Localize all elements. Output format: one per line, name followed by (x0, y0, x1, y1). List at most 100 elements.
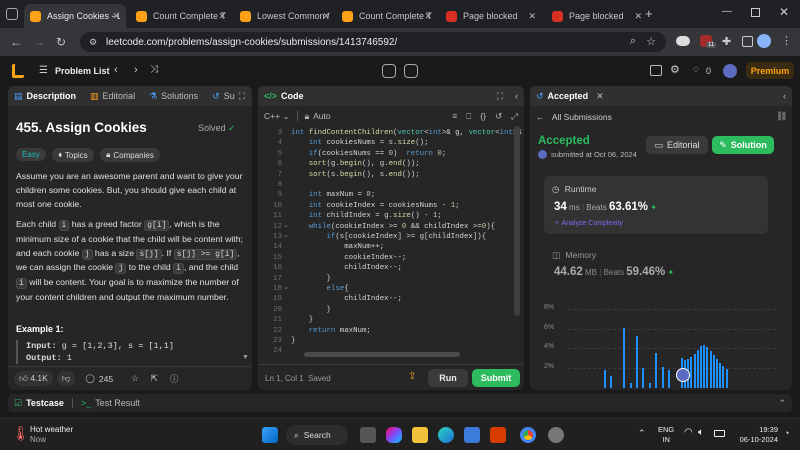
wifi-icon[interactable]: ◠ (684, 427, 693, 438)
topics-tag[interactable]: ⬧ Topics (52, 148, 94, 162)
test-result-tab[interactable]: Test Result (95, 398, 140, 408)
dislike-icon[interactable]: 👎︎ (56, 371, 76, 386)
close-tab-icon[interactable]: ✕ (112, 11, 120, 22)
editorial-button[interactable]: ▭ Editorial (646, 136, 708, 154)
expand-testcase-icon[interactable]: ⌃ (778, 398, 786, 409)
close-tab-icon[interactable]: ✕ (528, 11, 536, 22)
minimize-window-button[interactable]: — (722, 6, 732, 17)
braces-icon[interactable]: {} (480, 111, 486, 121)
collapse-result-icon[interactable]: ‹ (783, 91, 786, 101)
collapse-code-icon[interactable]: ‹ (515, 91, 518, 101)
browser-tab[interactable]: Page blocked ✕ (546, 4, 648, 28)
tab-description[interactable]: Description (27, 91, 77, 101)
close-tab-icon[interactable]: ✕ (596, 91, 604, 102)
close-tab-icon[interactable]: ✕ (322, 11, 330, 22)
profile-avatar[interactable] (757, 34, 771, 48)
maximize-window-button[interactable] (751, 8, 760, 17)
all-submissions-link[interactable]: ← All Submissions (536, 112, 612, 122)
bookmark-icon[interactable]: ⎕ (466, 111, 471, 122)
forward-icon[interactable]: → (33, 35, 45, 49)
close-tab-icon[interactable]: ✕ (424, 11, 432, 22)
next-problem-icon[interactable]: › (134, 64, 138, 76)
browser-tab[interactable]: Lowest Common / ✕ (234, 4, 336, 28)
browser-tab[interactable]: Page blocked ✕ (440, 4, 542, 28)
runtime-card[interactable]: ◷ Runtime 34 ms | Beats 63.61% ✦ ✧ Analy… (544, 176, 768, 234)
submit-button[interactable]: Submit (472, 369, 520, 387)
chrome-icon[interactable] (520, 427, 536, 443)
difficulty-badge[interactable]: Easy (16, 148, 46, 161)
tab-search-icon[interactable] (6, 8, 18, 20)
comment-icon[interactable]: ◯ (85, 373, 95, 384)
maximize-panel-icon[interactable]: ⛶ (239, 91, 245, 102)
browser-menu-icon[interactable]: ⋮ (781, 34, 792, 47)
clock[interactable]: 19:39 06-10-2024 (738, 425, 778, 445)
leetcode-logo-icon[interactable] (12, 64, 24, 78)
share-icon[interactable]: ⇱ (151, 373, 158, 384)
battery-icon[interactable] (714, 430, 725, 437)
tab-submissions[interactable]: Su (224, 91, 235, 101)
notes-icon[interactable] (404, 64, 418, 78)
layout-icon[interactable] (650, 65, 662, 76)
like-button[interactable]: 👍︎ 4.1K (14, 371, 53, 386)
favorite-star-icon[interactable]: ☆ (131, 373, 139, 384)
prev-problem-icon[interactable]: ‹ (114, 64, 118, 76)
maximize-code-icon[interactable]: ⛶ (497, 91, 503, 102)
user-avatar[interactable] (723, 64, 737, 78)
settings-gear-icon[interactable]: ⚙ (670, 63, 680, 76)
task-view-icon[interactable] (360, 427, 376, 443)
fold-icon[interactable]: ⌄ (283, 231, 289, 239)
extensions-puzzle-icon[interactable]: ✚ (722, 35, 731, 48)
language-indicator[interactable]: ENG IN (658, 425, 674, 445)
site-info-icon[interactable]: ⚙ (89, 37, 97, 48)
weather-widget[interactable]: Hot weather Now (30, 425, 73, 445)
incognito-icon[interactable] (676, 36, 690, 46)
fold-icon[interactable]: ⌄ (283, 283, 289, 291)
editor-vertical-scrollbar[interactable] (514, 126, 520, 316)
windows-start-icon[interactable] (262, 427, 278, 443)
edge-icon[interactable] (438, 427, 454, 443)
fullscreen-icon[interactable]: ⤢ (511, 111, 518, 122)
volume-icon[interactable]: 🔈︎ (698, 427, 704, 438)
description-scrollbar[interactable] (244, 112, 248, 362)
copilot-icon[interactable] (386, 427, 402, 443)
fold-icon[interactable]: ⌄ (283, 221, 289, 229)
tray-chevron-icon[interactable]: ⌃ (638, 428, 646, 439)
browser-tab[interactable]: Count Complete T ✕ (130, 4, 232, 28)
close-tab-icon[interactable]: ✕ (634, 11, 642, 22)
file-explorer-icon[interactable] (412, 427, 428, 443)
taskbar-search[interactable]: ⌕ Search (286, 425, 348, 445)
reset-icon[interactable]: ↺ (495, 111, 502, 122)
coin-icon[interactable]: ◌ (693, 64, 699, 75)
timer-icon[interactable] (382, 64, 396, 78)
close-window-button[interactable]: ✕ (779, 5, 789, 19)
tab-editorial[interactable]: Editorial (103, 91, 136, 101)
browser-tab[interactable]: Assign Cookies - L ✕ (24, 4, 126, 28)
thermometer-icon[interactable]: 🌡︎ (12, 425, 30, 442)
address-bar[interactable]: ⚙ leetcode.com/problems/assign-cookies/s… (80, 32, 666, 52)
back-icon[interactable]: ← (10, 35, 22, 49)
close-tab-icon[interactable]: ✕ (218, 11, 226, 22)
sidebar-icon[interactable] (742, 36, 753, 47)
code-editor[interactable]: 3 int findContentChildren(vector<int>& g,… (258, 126, 522, 362)
your-submission-avatar[interactable] (676, 368, 690, 382)
new-tab-button[interactable]: + (645, 6, 653, 21)
browser-tab[interactable]: Count Complete T ✕ (336, 4, 438, 28)
shuffle-icon[interactable]: ⤨ (150, 64, 158, 75)
tab-solutions[interactable]: Solutions (161, 91, 198, 101)
premium-button[interactable]: Premium (746, 62, 794, 79)
language-select[interactable]: C++ ⌄ (264, 111, 290, 122)
office-icon[interactable] (490, 427, 506, 443)
problem-list-link[interactable]: Problem List (55, 66, 110, 76)
run-button[interactable]: Run (428, 369, 468, 387)
store-icon[interactable] (464, 427, 480, 443)
distribution-chart[interactable]: 8% 6% 4% 2% (538, 302, 784, 388)
scroll-down-icon[interactable]: ▼ (242, 354, 249, 361)
tab-accepted[interactable]: Accepted (548, 91, 589, 101)
settings-app-icon[interactable] (548, 427, 564, 443)
analyze-complexity-link[interactable]: ✧ Analyze Complexity (554, 219, 623, 227)
editor-horizontal-scrollbar[interactable] (304, 352, 460, 357)
notification-icon[interactable]: ◔ (784, 428, 789, 438)
upload-icon[interactable]: ⇪ (408, 371, 416, 382)
help-icon[interactable]: ⓘ (170, 373, 179, 385)
bookmark-star-icon[interactable]: ☆ (646, 35, 656, 48)
